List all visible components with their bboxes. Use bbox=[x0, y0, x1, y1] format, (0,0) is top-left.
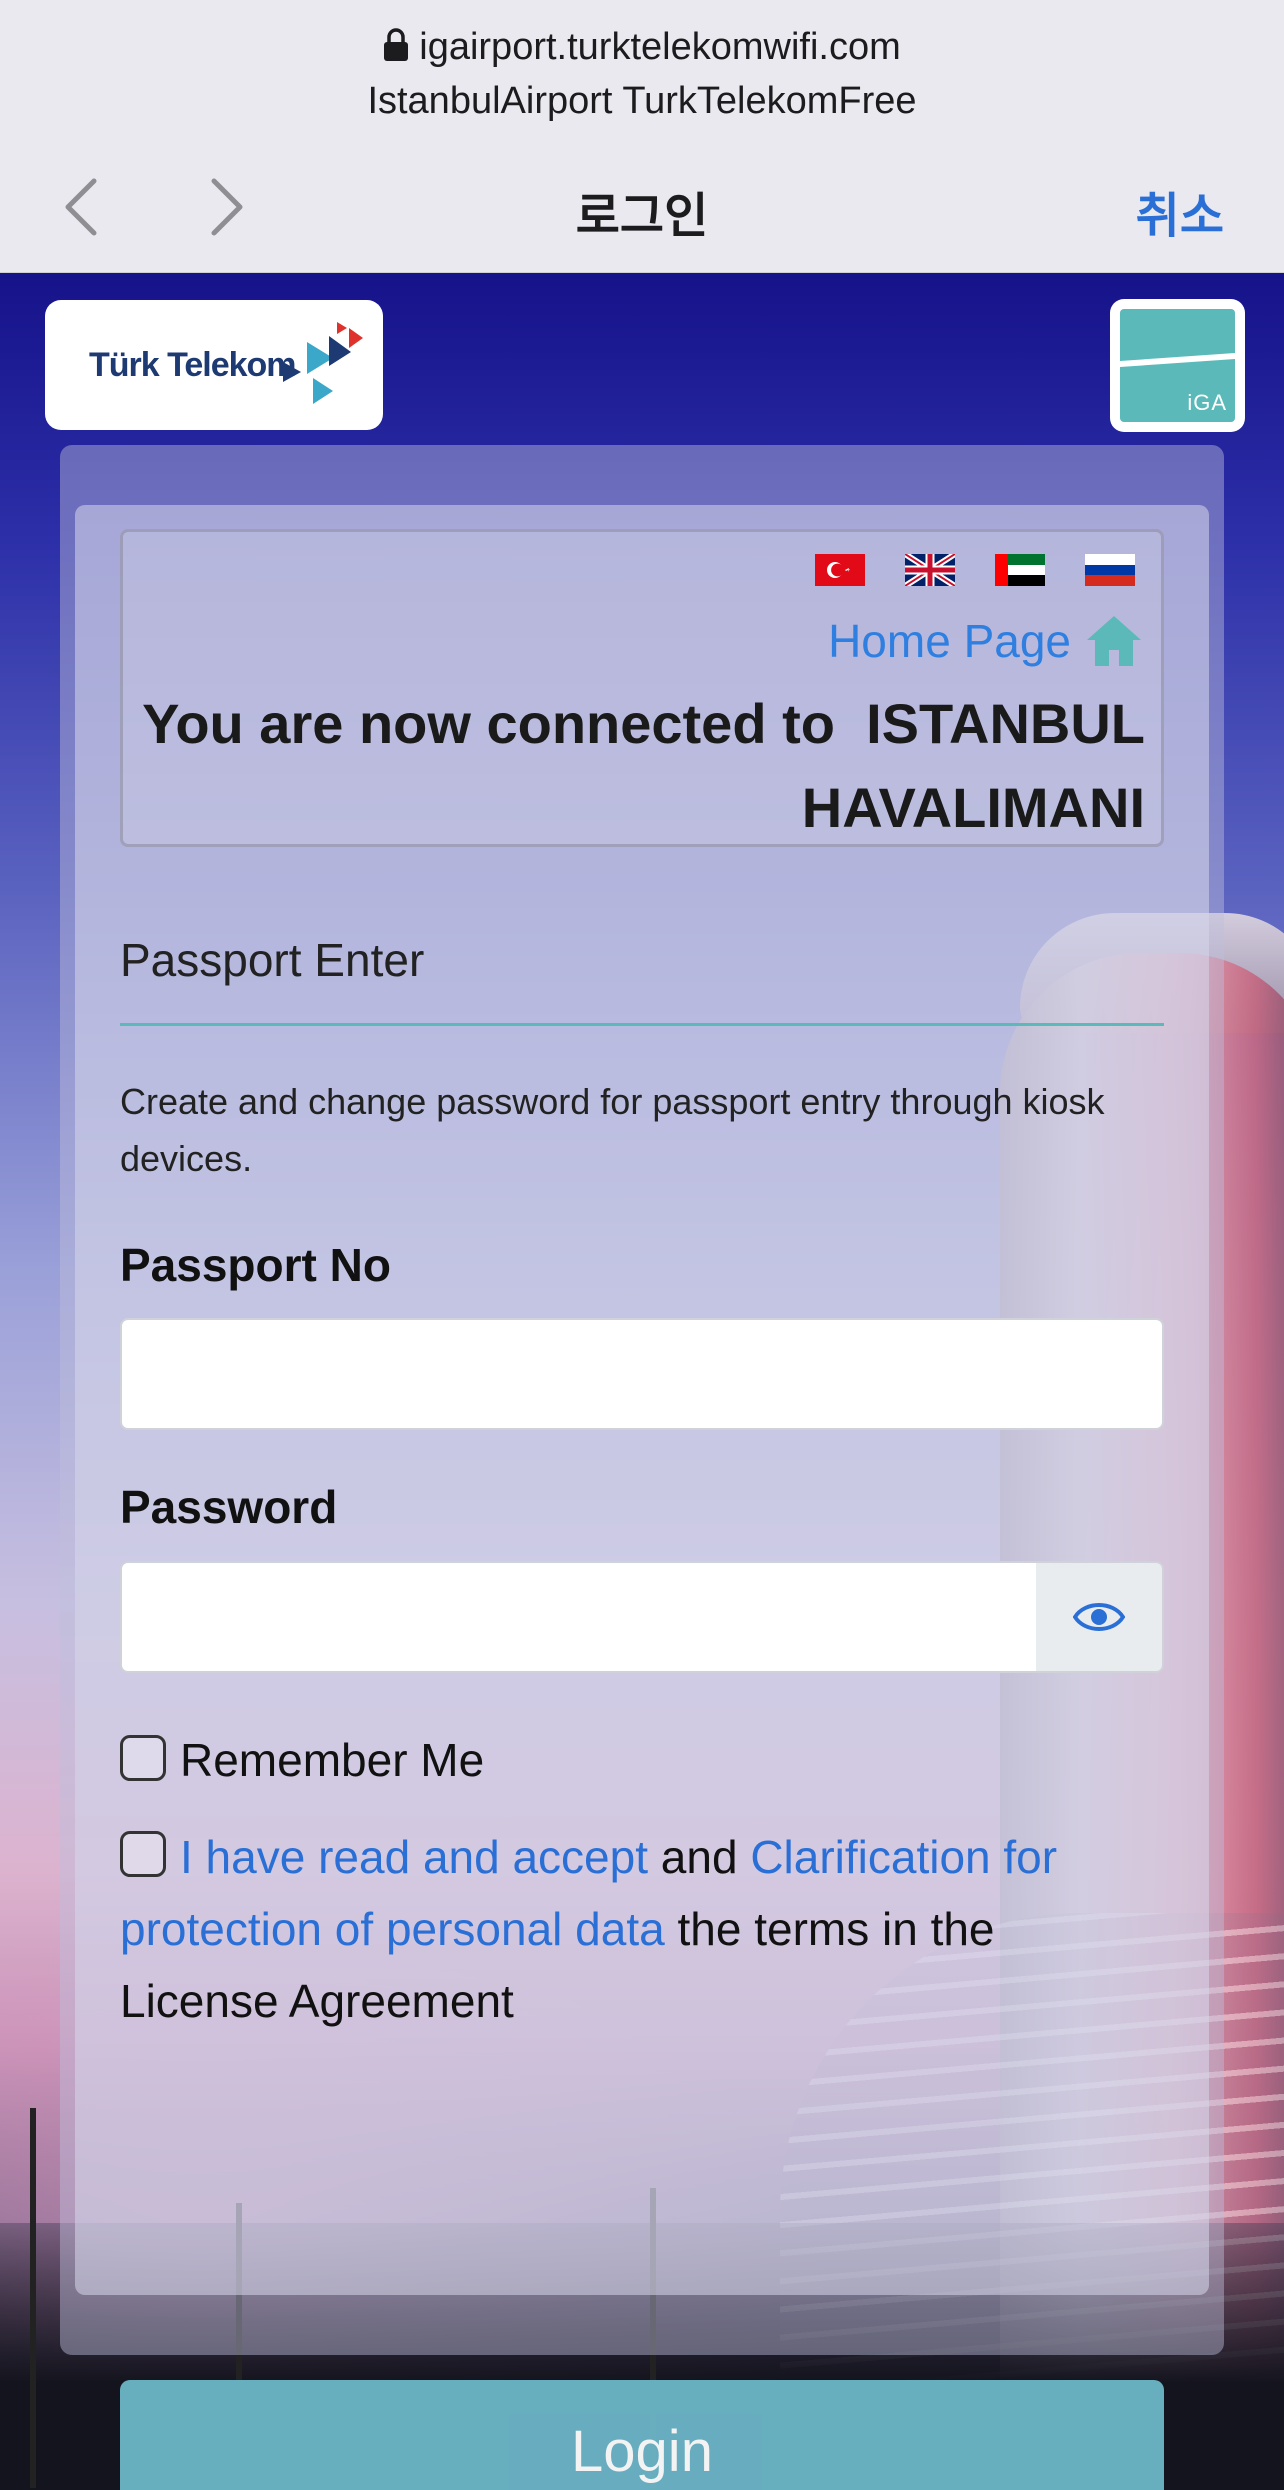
accept-terms-link[interactable]: I have read and accept bbox=[180, 1831, 648, 1883]
url-bar[interactable]: igairport.turktelekomwifi.com bbox=[0, 26, 1284, 69]
uk-flag-icon[interactable] bbox=[905, 554, 955, 586]
lamp-pole bbox=[30, 2108, 36, 2488]
home-page-label: Home Page bbox=[828, 615, 1071, 667]
connection-status-line2: HAVALIMANI bbox=[801, 776, 1145, 839]
passport-no-label: Passport No bbox=[120, 1239, 391, 1291]
browser-chrome: igairport.turktelekomwifi.com IstanbulAi… bbox=[0, 0, 1284, 273]
cancel-button[interactable]: 취소 bbox=[1136, 176, 1224, 246]
connection-status-line1: You are now connected to ISTANBUL bbox=[142, 692, 1145, 755]
passport-no-input[interactable] bbox=[120, 1318, 1164, 1430]
terms-text: I have read and accept and Clarification… bbox=[120, 1821, 1160, 2037]
section-title: Passport Enter bbox=[120, 934, 425, 986]
url-text: igairport.turktelekomwifi.com bbox=[419, 26, 901, 68]
iga-logo[interactable]: iGA bbox=[1110, 299, 1245, 432]
home-page-link[interactable]: Home Page bbox=[828, 614, 1143, 668]
login-button[interactable]: Login bbox=[120, 2380, 1164, 2490]
network-name: IstanbulAirport TurkTelekomFree bbox=[367, 80, 917, 122]
captive-portal-page: Türk Telekom iGA Home Page You are now c… bbox=[0, 273, 1284, 2490]
password-label: Password bbox=[120, 1481, 338, 1533]
page-title: 로그인 bbox=[575, 190, 709, 243]
lock-icon bbox=[384, 28, 409, 61]
remember-me-label: Remember Me bbox=[180, 1734, 485, 1786]
connection-status-title: You are now connected to ISTANBUL HAVALI… bbox=[135, 682, 1145, 850]
turkey-flag-icon[interactable] bbox=[815, 554, 865, 586]
iga-wordmark: iGA bbox=[1187, 390, 1227, 415]
password-input[interactable] bbox=[120, 1561, 1038, 1673]
telekom-triangles-icon bbox=[283, 322, 363, 404]
turk-telekom-wordmark: Türk Telekom bbox=[89, 345, 297, 384]
terms-and-text: and bbox=[648, 1831, 751, 1883]
language-selector bbox=[815, 554, 1135, 586]
connection-info-box: Home Page You are now connected to ISTAN… bbox=[120, 529, 1164, 847]
section-divider bbox=[120, 1023, 1164, 1026]
show-password-button[interactable] bbox=[1036, 1561, 1164, 1673]
home-icon bbox=[1087, 616, 1141, 666]
uae-flag-icon[interactable] bbox=[995, 554, 1045, 586]
remember-me-checkbox[interactable] bbox=[120, 1735, 166, 1781]
russia-flag-icon[interactable] bbox=[1085, 554, 1135, 586]
eye-icon bbox=[1073, 1603, 1125, 1631]
section-description: Create and change password for passport … bbox=[120, 1081, 1105, 1179]
turk-telekom-logo[interactable]: Türk Telekom bbox=[45, 300, 383, 430]
